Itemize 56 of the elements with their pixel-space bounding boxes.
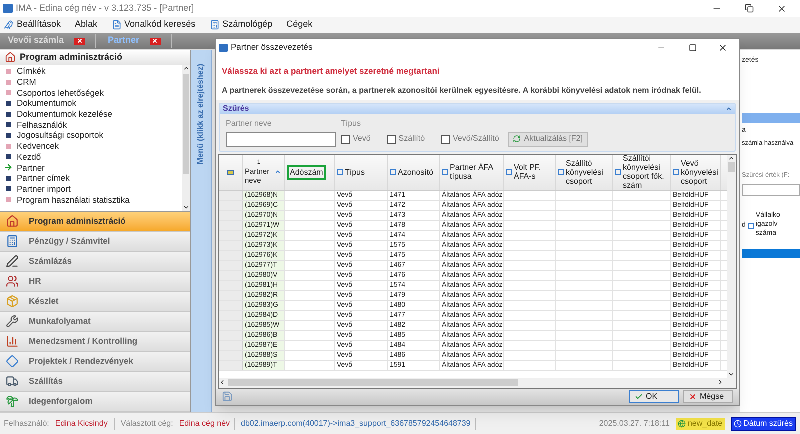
status-value: Edina Kicsindy	[55, 418, 115, 430]
checkbox-label: Vevő/Szállító	[453, 133, 500, 146]
module-button[interactable]: Projektek / Rendezvények	[0, 352, 190, 372]
info-text: A partnerek összevezetése során, a partnerek azonosítói kerülnek egyesítésre. A korábbi könyvelési adatok nem íródnak felül.	[222, 84, 702, 97]
menu-item[interactable]: Ablak	[75, 18, 98, 32]
sidebar-item[interactable]: Dokumentumok kezelése	[4, 108, 182, 120]
column-label: Adószám	[287, 164, 326, 180]
status-time: 2025.03.27. 7:18:11	[599, 418, 670, 430]
window-title: IMA - Edina cég név - v 3.123.735 - [Partner]	[16, 2, 194, 15]
dialog-title: Partner összevezetés	[231, 41, 313, 54]
sidebar-title: Program adminisztráció	[20, 50, 123, 64]
menu-item[interactable]: Beállítások	[4, 18, 62, 32]
field-label: Partner neve	[226, 118, 273, 130]
checkbox-label: Vevő	[353, 133, 371, 146]
menu-item[interactable]: Vonalkód keresés	[112, 18, 196, 32]
sidebar-item[interactable]: Partner címek	[4, 172, 182, 184]
menu-item[interactable]: Számológép	[210, 18, 273, 32]
sidebar-item[interactable]: Partner	[4, 162, 182, 173]
sidebar-item[interactable]: CRM	[4, 76, 182, 88]
module-button[interactable]: Menedzsment / Kontrolling	[0, 332, 190, 352]
column-label: Vevő könyvelési csoport	[681, 158, 718, 186]
module-button[interactable]: HR	[0, 272, 190, 292]
sidebar-item[interactable]: Kezdő	[4, 152, 182, 162]
column-label: Azonosító	[398, 168, 434, 177]
date-filter-button[interactable]: Dátum szűrés	[730, 416, 796, 430]
panel-header[interactable]: Szűrés	[220, 104, 735, 114]
field-label: Típus	[341, 118, 362, 130]
sidebar-item[interactable]: Címkék	[4, 66, 182, 77]
column-label: Volt PF. ÁFA-s	[514, 163, 542, 182]
sidebar-item[interactable]: Felhasználók	[4, 119, 182, 130]
module-button[interactable]: Számlázás	[0, 252, 190, 272]
status-value: Edina cég név	[179, 418, 236, 430]
column-label: Típus	[345, 168, 366, 177]
sidebar-item[interactable]: Jogosultsági csoportok	[4, 130, 182, 141]
sidebar-item[interactable]: Kedvencek	[4, 140, 182, 152]
status-label: Felhasználó:	[4, 418, 50, 430]
checkbox-label: Szállító	[398, 133, 426, 146]
cancel-button[interactable]: Mégse	[683, 390, 733, 404]
menu-item[interactable]: Cégek	[286, 18, 313, 32]
module-button[interactable]: Pénzügy / Számvitel	[0, 232, 190, 252]
module-button[interactable]: Program adminisztráció	[0, 212, 190, 232]
column-label: Szállító könyvelési csoport	[566, 158, 604, 186]
status-label: Választott cég:	[120, 418, 174, 430]
module-button[interactable]: Idegenforgalom	[0, 392, 190, 412]
sidebar-item[interactable]: Program használati statisztika	[4, 194, 182, 205]
sidebar-item[interactable]: Partner import	[4, 184, 182, 194]
ok-button[interactable]: OK	[629, 390, 679, 404]
sidebar-item[interactable]: Csoportos lehetőségek	[4, 87, 182, 98]
module-button[interactable]: Szállítás	[0, 372, 190, 392]
connection-info: db02.imaerp.com(40017)->ima3_support_636785792454648739	[241, 418, 476, 430]
column-label: Szállítói könyvelési csoport fők. szám	[623, 154, 666, 190]
module-button[interactable]: Munkafolyamat	[0, 312, 190, 332]
sidebar-item[interactable]: Dokumentumok	[4, 98, 182, 109]
column-label: Partner ÁFA típusa	[450, 163, 494, 182]
warning-text: Válassza ki azt a partnert amelyet szeretné megtartani	[222, 65, 441, 78]
module-button[interactable]: Készlet	[0, 292, 190, 312]
